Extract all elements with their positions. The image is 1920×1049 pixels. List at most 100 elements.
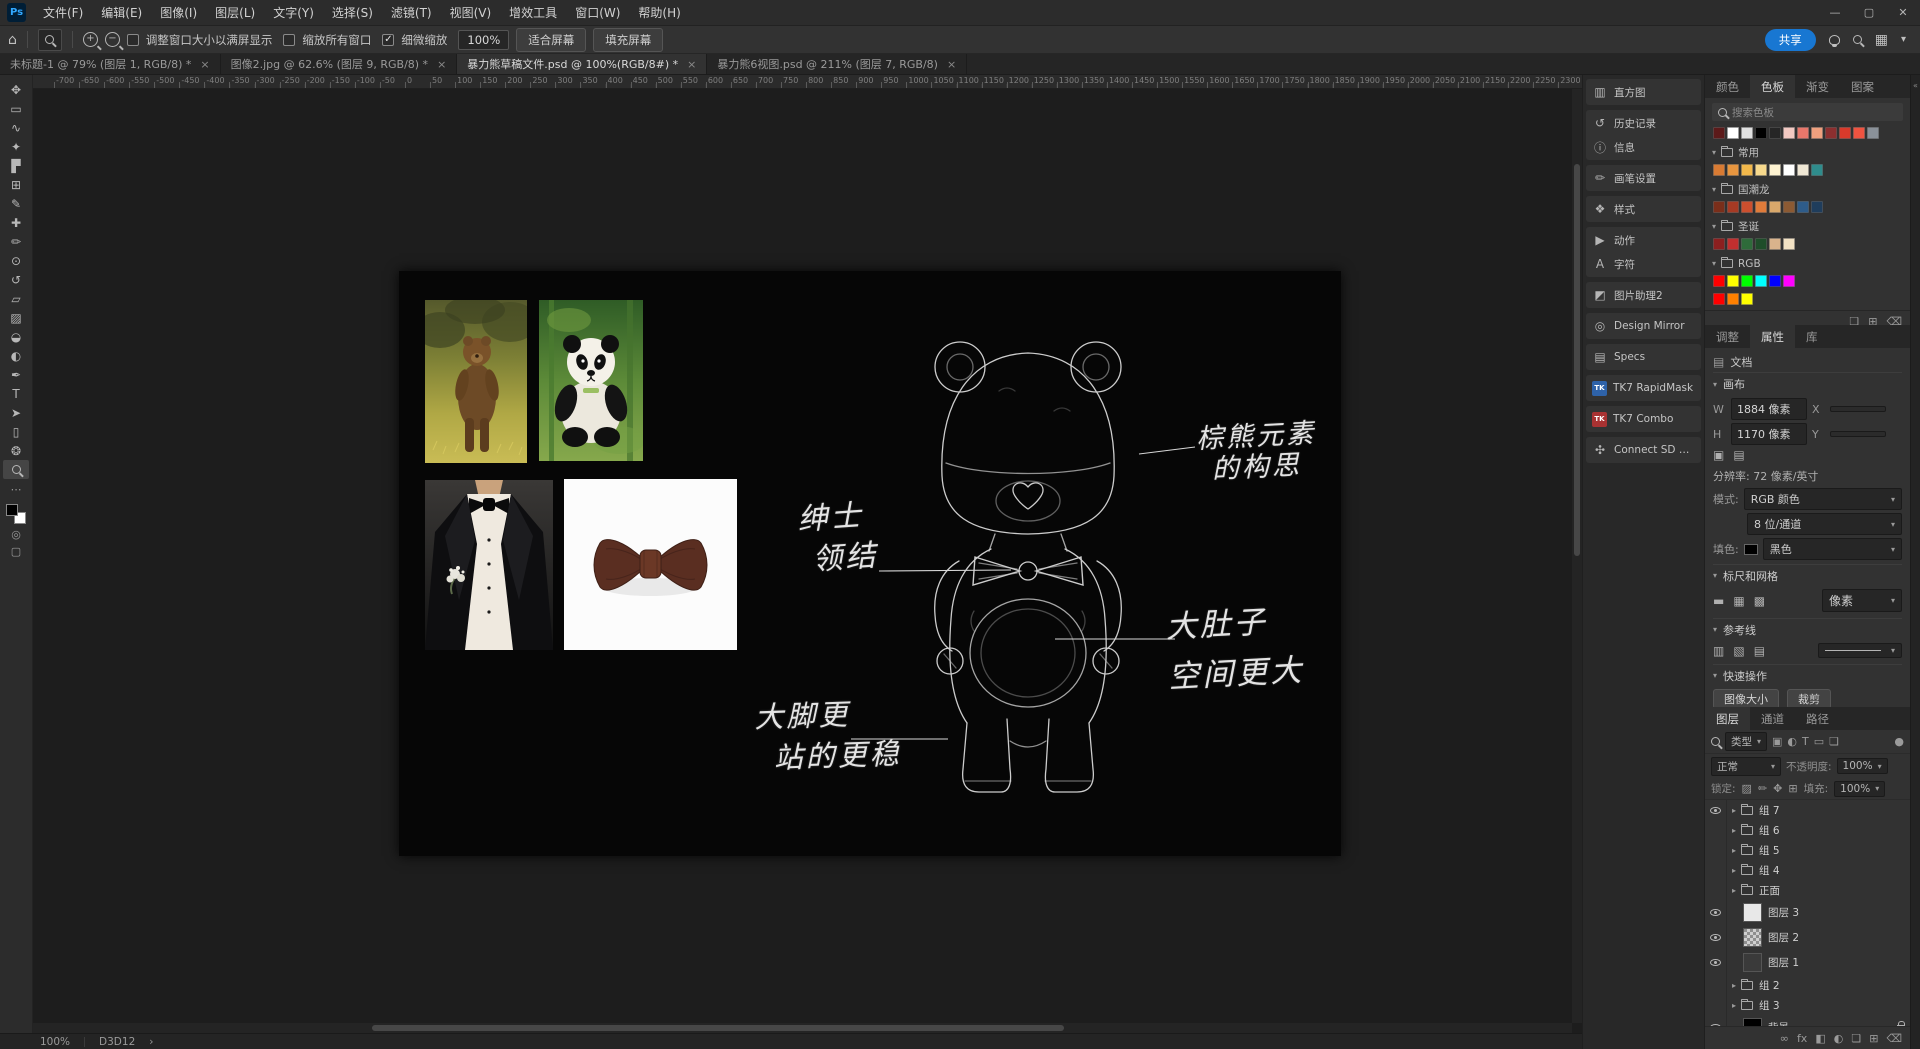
lock-transparency-icon[interactable]: ▨ bbox=[1742, 782, 1752, 795]
color-swatch[interactable] bbox=[1783, 201, 1795, 213]
horizontal-scroll-thumb[interactable] bbox=[372, 1025, 1065, 1031]
filter-pixel-icon[interactable]: ▣ bbox=[1772, 735, 1782, 748]
dock-collapse-strip[interactable]: « bbox=[1910, 75, 1920, 1049]
lock-artboard-icon[interactable]: ⊞ bbox=[1788, 782, 1797, 795]
type-tool[interactable]: T bbox=[3, 384, 29, 403]
panel-button-histogram[interactable]: ▥直方图 bbox=[1586, 80, 1701, 104]
color-swatch[interactable] bbox=[1727, 275, 1739, 287]
zoom-value-field[interactable]: 100% bbox=[458, 30, 509, 50]
guide-style-select[interactable]: ▾ bbox=[1818, 643, 1902, 658]
close-icon[interactable]: × bbox=[947, 58, 956, 71]
layer-filter-select[interactable]: 类型 ▾ bbox=[1725, 732, 1767, 751]
eraser-tool[interactable]: ▱ bbox=[3, 289, 29, 308]
layer-row[interactable]: 图层 1 bbox=[1705, 950, 1910, 975]
canvas-x-field[interactable] bbox=[1830, 406, 1886, 412]
panel-button-connect-sd[interactable]: ✣Connect SD or Comf... bbox=[1586, 438, 1701, 462]
panel-button-character[interactable]: A字符 bbox=[1586, 252, 1701, 276]
document-canvas[interactable]: 棕熊元素 的构思 绅士 领结 大肚子 空间更大 大脚更 bbox=[399, 271, 1341, 856]
path-selection-tool[interactable]: ➤ bbox=[3, 403, 29, 422]
swatches-tab-图案[interactable]: 图案 bbox=[1840, 75, 1885, 98]
color-swatch[interactable] bbox=[1713, 275, 1725, 287]
bit-depth-select[interactable]: 8 位/通道 ▾ bbox=[1747, 513, 1902, 535]
color-swatch[interactable] bbox=[1797, 164, 1809, 176]
chevron-right-icon[interactable]: ▸ bbox=[1727, 866, 1741, 875]
adjustment-layer-icon[interactable]: ◐ bbox=[1834, 1032, 1844, 1045]
pen-tool[interactable]: ✒ bbox=[3, 365, 29, 384]
visibility-toggle[interactable] bbox=[1705, 880, 1727, 900]
color-swatch[interactable] bbox=[1741, 238, 1753, 250]
horizontal-ruler[interactable]: -700-650-600-550-500-450-400-350-300-250… bbox=[33, 75, 1582, 89]
minimize-button[interactable]: — bbox=[1818, 0, 1852, 26]
properties-tab-调整[interactable]: 调整 bbox=[1705, 325, 1750, 348]
color-swatch[interactable] bbox=[1727, 201, 1739, 213]
zoom-tool-preset[interactable] bbox=[38, 29, 62, 51]
swatches-tab-色板[interactable]: 色板 bbox=[1750, 75, 1795, 98]
close-icon[interactable]: × bbox=[687, 58, 696, 71]
panel-button-image-assistant[interactable]: ◩图片助理2 bbox=[1586, 283, 1701, 307]
panel-button-tk7-combo[interactable]: TKTK7 Combo bbox=[1586, 407, 1701, 431]
swatch-group-header[interactable]: ▾圣诞 bbox=[1712, 218, 1903, 235]
document-tab[interactable]: 暴力熊6视图.psd @ 211% (图层 7, RGB/8)× bbox=[707, 54, 967, 74]
resize-windows-checkbox[interactable] bbox=[127, 34, 139, 46]
edit-toolbar-icon[interactable]: ⋯ bbox=[11, 483, 22, 496]
color-swatch[interactable] bbox=[1783, 127, 1795, 139]
close-button[interactable]: ✕ bbox=[1886, 0, 1920, 26]
layer-row[interactable]: 背景 bbox=[1705, 1015, 1910, 1026]
color-swatch[interactable] bbox=[1741, 127, 1753, 139]
swatch-group-header[interactable]: ▾RGB bbox=[1712, 255, 1903, 272]
guides-section-header[interactable]: ▾ 参考线 bbox=[1713, 618, 1902, 640]
layer-group-row[interactable]: ▸组 5 bbox=[1705, 840, 1910, 860]
chevron-down-icon[interactable]: ▾ bbox=[1901, 33, 1906, 47]
zoom-tool[interactable] bbox=[3, 460, 29, 479]
menu-item-8[interactable]: 增效工具 bbox=[500, 0, 566, 26]
menu-item-2[interactable]: 图像(I) bbox=[151, 0, 206, 26]
quick-mask-icon[interactable]: ◎ bbox=[11, 528, 21, 541]
foreground-color[interactable] bbox=[6, 504, 18, 516]
canvas-y-field[interactable] bbox=[1830, 431, 1886, 437]
lasso-tool[interactable]: ∿ bbox=[3, 118, 29, 137]
menu-item-5[interactable]: 选择(S) bbox=[323, 0, 382, 26]
new-swatch-group-icon[interactable]: ❏ bbox=[1849, 315, 1859, 326]
object-selection-tool[interactable]: ✦ bbox=[3, 137, 29, 156]
visibility-toggle[interactable] bbox=[1705, 900, 1727, 925]
layers-tab-图层[interactable]: 图层 bbox=[1705, 707, 1750, 730]
blend-mode-select[interactable]: 正常 ▾ bbox=[1711, 757, 1781, 776]
color-swatch[interactable] bbox=[1727, 293, 1739, 305]
visibility-toggle[interactable] bbox=[1705, 840, 1727, 860]
color-swatch[interactable] bbox=[1741, 275, 1753, 287]
zoom-out-button[interactable]: − bbox=[105, 32, 120, 47]
grid-icon[interactable]: ▦ bbox=[1733, 594, 1744, 608]
color-swatch[interactable] bbox=[1755, 164, 1767, 176]
maximize-button[interactable]: ▢ bbox=[1852, 0, 1886, 26]
fit-screen-button[interactable]: 适合屏幕 bbox=[516, 28, 586, 52]
crop-tool[interactable]: ▛ bbox=[3, 156, 29, 175]
menu-item-4[interactable]: 文字(Y) bbox=[264, 0, 323, 26]
filter-type-icon[interactable]: T bbox=[1802, 735, 1809, 748]
dodge-tool[interactable]: ◐ bbox=[3, 346, 29, 365]
history-brush-tool[interactable]: ↺ bbox=[3, 270, 29, 289]
color-swatch[interactable] bbox=[1755, 275, 1767, 287]
visibility-toggle[interactable] bbox=[1705, 820, 1727, 840]
screen-mode-icon[interactable]: ▢ bbox=[11, 545, 21, 558]
pasteboard[interactable]: 棕熊元素 的构思 绅士 领结 大肚子 空间更大 大脚更 bbox=[33, 89, 1582, 1033]
chevron-right-icon[interactable]: ▸ bbox=[1727, 846, 1741, 855]
color-swatch[interactable] bbox=[1825, 127, 1837, 139]
color-swatch[interactable] bbox=[1853, 127, 1865, 139]
color-swatch[interactable] bbox=[1783, 164, 1795, 176]
zoom-in-button[interactable]: + bbox=[83, 32, 98, 47]
lock-paint-icon[interactable]: ✏ bbox=[1758, 782, 1767, 795]
menu-item-7[interactable]: 视图(V) bbox=[441, 0, 501, 26]
visibility-toggle[interactable] bbox=[1705, 995, 1727, 1015]
fill-color-select[interactable]: 黑色 ▾ bbox=[1763, 538, 1902, 560]
properties-tab-库[interactable]: 库 bbox=[1795, 325, 1829, 348]
color-swatch[interactable] bbox=[1811, 164, 1823, 176]
healing-brush-tool[interactable]: ✚ bbox=[3, 213, 29, 232]
quick-actions-section-header[interactable]: ▾ 快速操作 bbox=[1713, 664, 1902, 686]
hand-tool[interactable]: ❂ bbox=[3, 441, 29, 460]
color-swatch[interactable] bbox=[1755, 201, 1767, 213]
color-swatch[interactable] bbox=[1797, 127, 1809, 139]
swatches-tab-渐变[interactable]: 渐变 bbox=[1795, 75, 1840, 98]
scrubby-zoom-checkbox[interactable]: ✓ bbox=[382, 34, 394, 46]
menu-item-1[interactable]: 编辑(E) bbox=[92, 0, 151, 26]
canvas-height-field[interactable]: 1170 像素 bbox=[1731, 423, 1807, 445]
